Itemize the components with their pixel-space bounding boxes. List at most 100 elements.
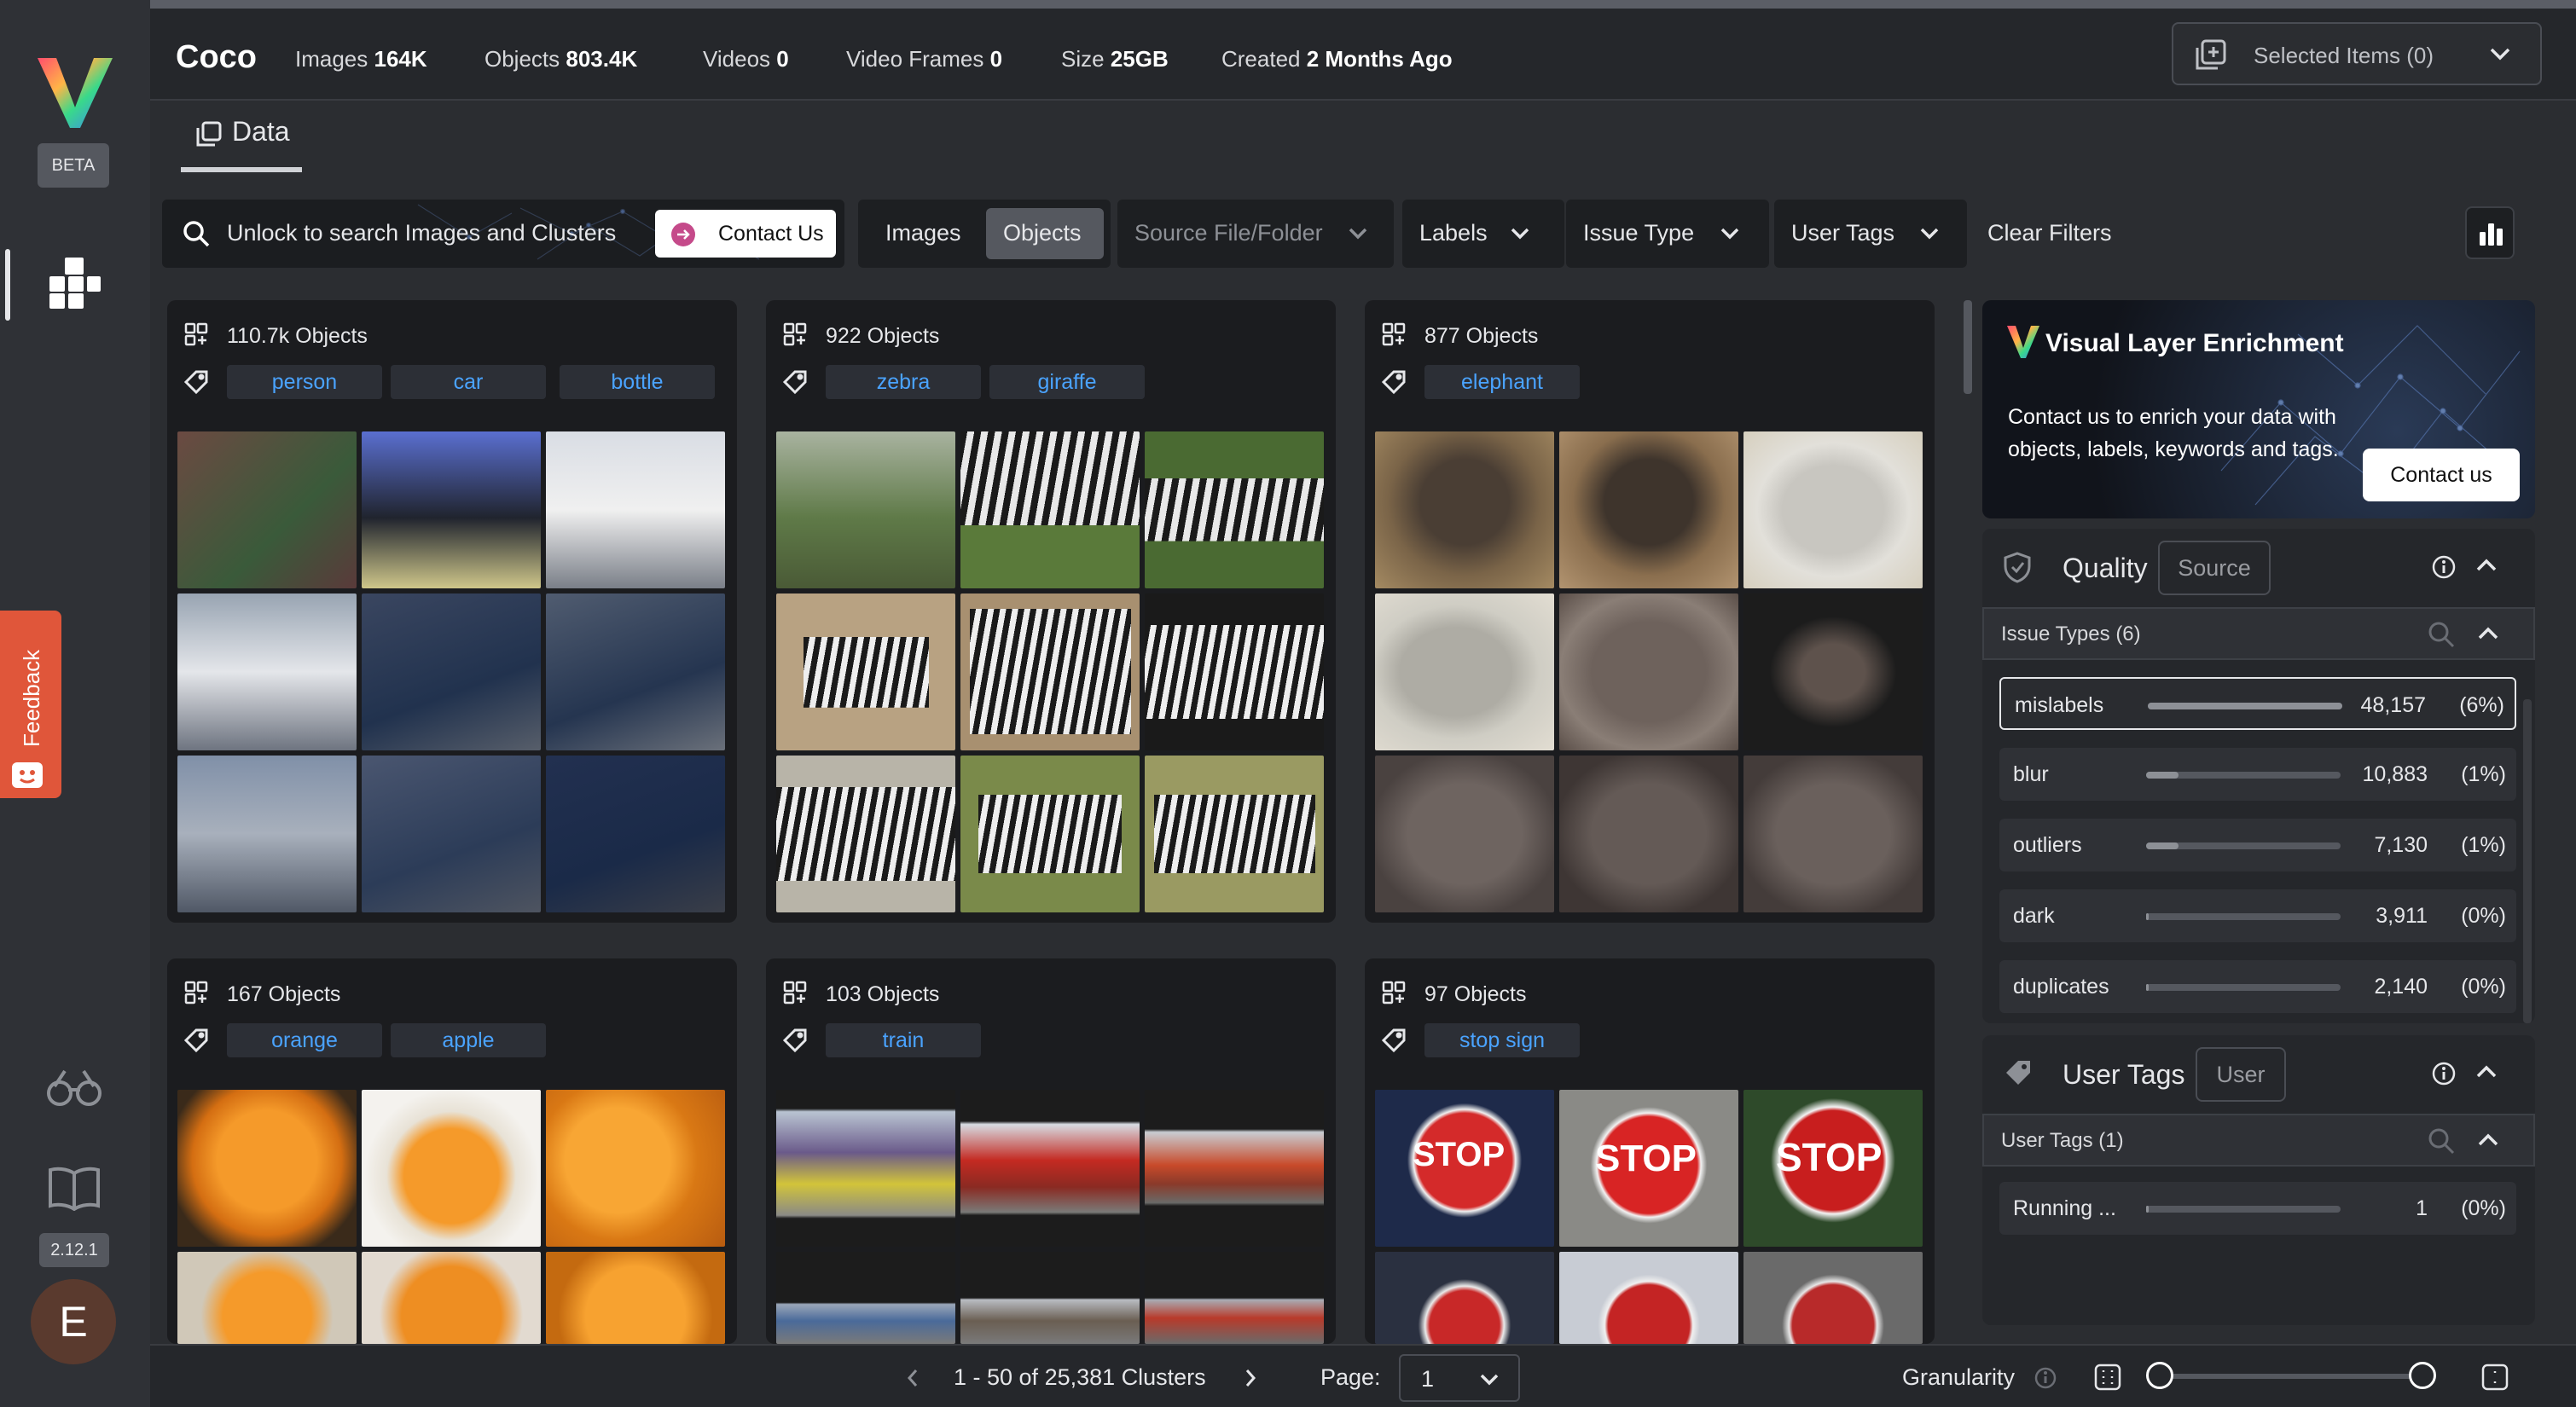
cluster-thumbnail[interactable] <box>960 1252 1140 1344</box>
cluster-thumbnail[interactable] <box>776 756 955 912</box>
cluster-thumbnail[interactable] <box>546 431 725 588</box>
stats-toggle-button[interactable] <box>2465 206 2515 259</box>
cluster-thumbnail[interactable] <box>1145 1090 1324 1247</box>
cluster-card[interactable]: 167 Objects orange apple <box>167 958 737 1344</box>
chevron-right-icon[interactable] <box>1244 1368 1257 1388</box>
cluster-thumbnail[interactable] <box>1743 756 1923 912</box>
cluster-thumbnail[interactable] <box>1743 593 1923 750</box>
cluster-thumbnail[interactable] <box>776 431 955 588</box>
cluster-card[interactable]: 110.7k Objects person car bottle <box>167 300 737 923</box>
cluster-tag[interactable]: stop sign <box>1424 1023 1580 1057</box>
cluster-thumbnail[interactable] <box>177 593 357 750</box>
cluster-thumbnail[interactable] <box>776 1252 955 1344</box>
cluster-tag[interactable]: apple <box>391 1023 546 1057</box>
cluster-thumbnail[interactable] <box>1145 1252 1324 1344</box>
issue-row[interactable]: outliers 7,130 (1%) <box>1999 819 2516 871</box>
info-icon[interactable] <box>2034 1366 2057 1390</box>
search-icon[interactable] <box>2428 621 2455 648</box>
granularity-slider[interactable] <box>2146 1362 2436 1389</box>
cluster-tag[interactable]: giraffe <box>989 365 1145 399</box>
chevron-left-icon[interactable] <box>906 1368 920 1388</box>
cluster-thumbnail[interactable] <box>960 593 1140 750</box>
cluster-thumbnail[interactable] <box>1375 756 1554 912</box>
docs-book-icon[interactable] <box>48 1165 101 1211</box>
cluster-thumbnail[interactable] <box>1559 593 1738 750</box>
granularity-fine-icon[interactable] <box>2093 1363 2122 1392</box>
cluster-thumbnail[interactable] <box>776 1090 955 1247</box>
cluster-thumbnail[interactable] <box>362 431 541 588</box>
labels-filter[interactable]: Labels <box>1402 200 1564 268</box>
search-bar[interactable]: Unlock to search Images and Clusters Con… <box>162 200 844 268</box>
tab-data[interactable]: Data <box>181 101 302 172</box>
quality-source-button[interactable]: Source <box>2158 541 2271 595</box>
chevron-up-icon[interactable] <box>2477 626 2499 641</box>
chevron-up-icon[interactable] <box>2475 558 2498 573</box>
issues-scrollbar[interactable] <box>2523 699 2532 1023</box>
contact-us-button[interactable]: Contact Us <box>655 210 836 258</box>
cluster-thumbnail[interactable] <box>1559 1252 1738 1344</box>
user-tag-row[interactable]: Running ... 1 (0%) <box>1999 1182 2516 1235</box>
grid-scrollbar[interactable] <box>1964 300 1972 394</box>
cluster-thumbnail[interactable] <box>177 1090 357 1247</box>
cluster-thumbnail[interactable] <box>546 756 725 912</box>
cluster-thumbnail[interactable] <box>1559 431 1738 588</box>
slider-knob-end[interactable] <box>2409 1362 2436 1389</box>
issue-types-header[interactable]: Issue Types (6) <box>1982 607 2535 660</box>
cluster-thumbnail[interactable] <box>177 756 357 912</box>
images-toggle[interactable]: Images <box>885 220 961 246</box>
cluster-tag[interactable]: orange <box>227 1023 382 1057</box>
cluster-card[interactable]: 922 Objects zebra giraffe <box>766 300 1336 923</box>
cluster-tag[interactable]: elephant <box>1424 365 1580 399</box>
info-icon[interactable] <box>2431 1061 2457 1086</box>
cluster-tag[interactable]: train <box>826 1023 981 1057</box>
cluster-thumbnail[interactable] <box>960 756 1140 912</box>
cluster-thumbnail[interactable] <box>1743 431 1923 588</box>
cluster-thumbnail[interactable] <box>362 1252 541 1344</box>
issue-row[interactable]: dark 3,911 (0%) <box>1999 889 2516 942</box>
selected-items-dropdown[interactable]: Selected Items (0) <box>2172 22 2542 85</box>
cluster-thumbnail[interactable] <box>1559 756 1738 912</box>
cluster-thumbnail[interactable] <box>1375 593 1554 750</box>
cluster-thumbnail[interactable] <box>1145 593 1324 750</box>
cluster-thumbnail[interactable] <box>546 1090 725 1247</box>
chevron-up-icon[interactable] <box>2477 1132 2499 1148</box>
cluster-thumbnail[interactable] <box>1145 431 1324 588</box>
source-folder-filter[interactable]: Source File/Folder <box>1117 200 1394 268</box>
feedback-tab[interactable]: Feedback <box>0 611 61 798</box>
cluster-card[interactable]: 103 Objects train <box>766 958 1336 1344</box>
user-tags-filter[interactable]: User Tags <box>1774 200 1967 268</box>
user-tags-user-button[interactable]: User <box>2196 1047 2286 1102</box>
search-icon[interactable] <box>2428 1127 2455 1155</box>
info-icon[interactable] <box>2431 554 2457 580</box>
cluster-thumbnail[interactable] <box>1145 756 1324 912</box>
cluster-tag[interactable]: person <box>227 365 382 399</box>
cluster-thumbnail[interactable] <box>1375 431 1554 588</box>
user-avatar[interactable]: E <box>31 1279 116 1364</box>
cluster-card[interactable]: 877 Objects elephant <box>1365 300 1935 923</box>
app-logo-icon[interactable] <box>36 55 114 131</box>
cluster-thumbnail[interactable] <box>362 1090 541 1247</box>
clusters-nav-icon[interactable] <box>48 256 102 310</box>
cluster-thumbnail[interactable] <box>546 1252 725 1344</box>
cluster-tag[interactable]: zebra <box>826 365 981 399</box>
cluster-thumbnail[interactable] <box>177 431 357 588</box>
cluster-thumbnail[interactable] <box>1375 1252 1554 1344</box>
issue-row[interactable]: mislabels 48,157 (6%) <box>1999 677 2516 730</box>
enrichment-contact-button[interactable]: Contact us <box>2363 449 2520 501</box>
cluster-thumbnail[interactable] <box>960 431 1140 588</box>
cluster-thumbnail[interactable] <box>1743 1252 1923 1344</box>
issue-row[interactable]: duplicates 2,140 (0%) <box>1999 960 2516 1013</box>
cluster-thumbnail[interactable] <box>362 593 541 750</box>
issue-type-filter[interactable]: Issue Type <box>1566 200 1769 268</box>
cluster-thumbnail[interactable] <box>362 756 541 912</box>
objects-toggle[interactable]: Objects <box>986 208 1104 259</box>
chevron-up-icon[interactable] <box>2475 1064 2498 1080</box>
cluster-thumbnail[interactable] <box>546 593 725 750</box>
granularity-coarse-icon[interactable] <box>2480 1363 2509 1392</box>
binoculars-icon[interactable] <box>46 1064 102 1109</box>
cluster-thumbnail[interactable] <box>177 1252 357 1344</box>
page-select[interactable]: 1 <box>1399 1354 1520 1402</box>
clear-filters-button[interactable]: Clear Filters <box>1987 220 2112 246</box>
cluster-tag[interactable]: bottle <box>560 365 715 399</box>
cluster-thumbnail[interactable] <box>776 593 955 750</box>
